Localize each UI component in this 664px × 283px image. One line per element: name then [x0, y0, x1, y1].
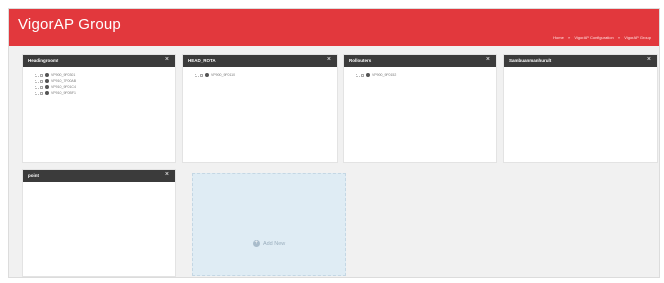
panel-header: Headingroom! × — [23, 55, 175, 67]
tree-node[interactable]: VP910_9F0BF1 — [35, 90, 76, 96]
tree-node[interactable]: VP900_9F0152 — [356, 72, 396, 78]
tree-line — [35, 79, 39, 83]
panel-title: Sambuanmanhurult — [509, 58, 552, 63]
close-icon[interactable]: × — [165, 56, 169, 63]
add-new-group-button[interactable]: + Add New — [192, 173, 346, 276]
device-tree: VP900_9F0110 — [195, 72, 235, 78]
breadcrumb-home[interactable]: Home — [553, 35, 564, 40]
globe-icon — [45, 91, 49, 95]
globe-icon — [45, 73, 49, 77]
panel-header: HEAD_ROTA × — [183, 55, 337, 67]
device-label: VP910_9F0BF1 — [51, 91, 76, 95]
close-icon[interactable]: × — [327, 56, 331, 63]
globe-icon — [205, 73, 209, 77]
tree-node[interactable]: VP900_9F0110 — [195, 72, 235, 78]
panel-title: HEAD_ROTA — [188, 58, 216, 63]
panel-header: point × — [23, 170, 175, 182]
panel-title: Headingroom! — [28, 58, 59, 63]
page-title: VigorAP Group — [18, 16, 121, 33]
checkbox[interactable] — [40, 73, 43, 77]
breadcrumb-separator: » — [567, 35, 571, 40]
tree-line — [356, 73, 360, 77]
device-tree: VP900_9F0152 — [356, 72, 396, 78]
tree-line — [35, 85, 39, 89]
group-panel: Rollouters × VP900_9F0152 — [343, 54, 497, 163]
close-icon[interactable]: × — [647, 56, 651, 63]
group-panel: Sambuanmanhurult × — [503, 54, 658, 163]
close-icon[interactable]: × — [165, 171, 169, 178]
checkbox[interactable] — [40, 79, 43, 83]
page-header: VigorAP Group Home » VigorAP Configurati… — [9, 9, 659, 46]
main-frame: VigorAP Group Home » VigorAP Configurati… — [8, 8, 660, 278]
panel-title: point — [28, 173, 39, 178]
device-label: VP900_9F0110 — [211, 73, 236, 77]
checkbox[interactable] — [361, 73, 364, 77]
breadcrumb-vigorap-configuration[interactable]: VigorAP Configuration — [574, 35, 613, 40]
device-label: VP900_9F0152 — [372, 73, 397, 77]
device-label: VP900_9F0301 — [51, 73, 76, 77]
device-label: VP910_9F01C4 — [51, 85, 76, 89]
group-panel: point × — [22, 169, 176, 277]
close-icon[interactable]: × — [486, 56, 490, 63]
device-tree: VP900_9F0301 VP910_7F00AB VP910_9F01C4 V… — [35, 72, 76, 96]
group-panel: HEAD_ROTA × VP900_9F0110 — [182, 54, 338, 163]
globe-icon — [366, 73, 370, 77]
add-new-label: Add New — [262, 240, 286, 247]
tree-line — [35, 73, 39, 77]
checkbox[interactable] — [40, 91, 43, 95]
panel-header: Rollouters × — [344, 55, 496, 67]
tree-line — [35, 91, 39, 95]
checkbox[interactable] — [40, 85, 43, 89]
panel-title: Rollouters — [349, 58, 372, 63]
breadcrumb-vigorap-group: VigorAP Group — [624, 35, 651, 40]
add-new-content: + Add New — [193, 240, 345, 247]
breadcrumb-separator: » — [617, 35, 621, 40]
breadcrumb: Home » VigorAP Configuration » VigorAP G… — [550, 35, 651, 40]
checkbox[interactable] — [200, 73, 203, 77]
globe-icon — [45, 85, 49, 89]
plus-circle-icon: + — [252, 240, 260, 247]
globe-icon — [45, 79, 49, 83]
device-label: VP910_7F00AB — [51, 79, 77, 83]
tree-line — [195, 73, 199, 77]
group-panel: Headingroom! × VP900_9F0301 VP910_7F00AB… — [22, 54, 176, 163]
panel-header: Sambuanmanhurult × — [504, 55, 657, 67]
